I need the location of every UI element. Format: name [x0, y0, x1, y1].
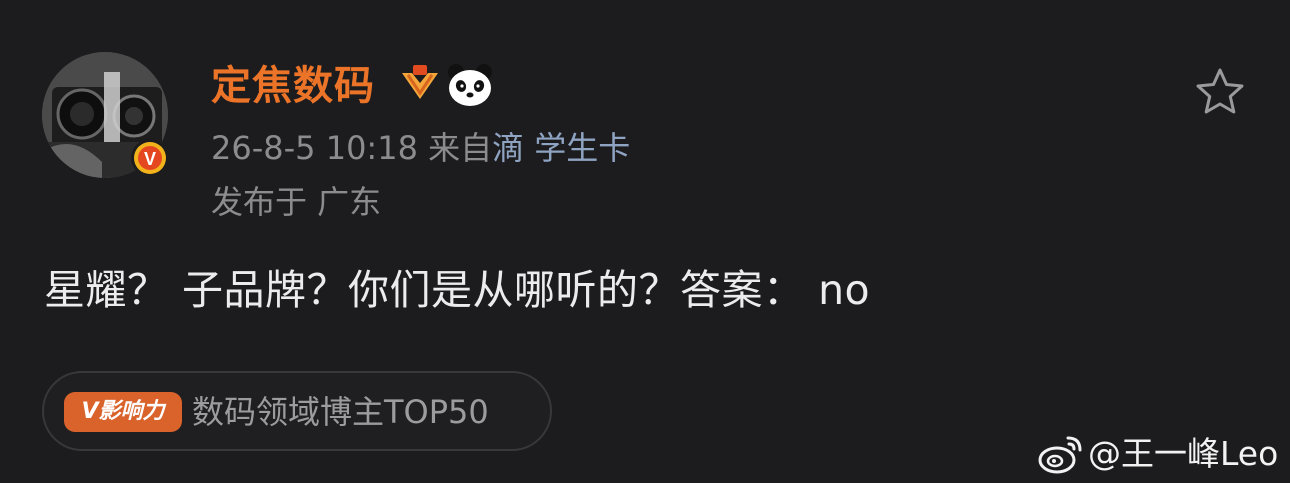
influence-tag: V影响力 — [64, 392, 182, 432]
influence-text: 数码领域博主TOP50 — [192, 393, 489, 431]
watermark-text: @王一峰Leo — [1088, 434, 1279, 473]
timestamp: 26-8-5 10:18 — [211, 129, 418, 167]
source-app-link[interactable]: 滴 学生卡 — [492, 129, 630, 167]
user-name[interactable]: 定焦数码 — [211, 60, 375, 112]
post-meta: 26-8-5 10:18 来自滴 学生卡 — [211, 126, 630, 170]
fan-level-icon[interactable] — [398, 63, 442, 107]
influence-badge[interactable]: V影响力 数码领域博主TOP50 — [42, 371, 552, 451]
post-body: 星耀？ 子品牌？你们是从哪听的？答案： no — [44, 266, 871, 314]
post-location: 发布于 广东 — [211, 183, 382, 221]
source-prefix: 来自 — [428, 129, 493, 167]
favorite-star-icon[interactable] — [1193, 66, 1247, 118]
verified-label: V — [144, 149, 156, 169]
panda-icon[interactable] — [446, 62, 494, 108]
verified-icon: V — [130, 138, 170, 178]
weibo-icon — [1038, 434, 1084, 474]
